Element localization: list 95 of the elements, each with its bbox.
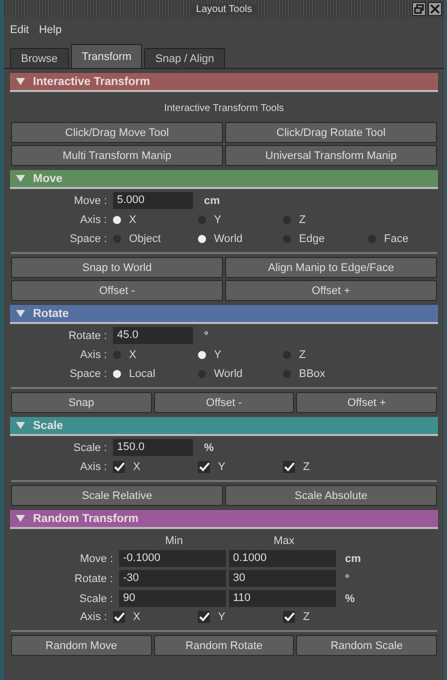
tool-button[interactable]: Snap xyxy=(11,392,152,413)
tab[interactable]: Snap / Align xyxy=(144,48,226,68)
close-button[interactable] xyxy=(428,2,442,16)
tool-button[interactable]: Random Scale xyxy=(296,635,437,656)
field-label: Rotate : xyxy=(73,572,114,584)
option-label: Edge xyxy=(299,232,325,244)
input-field[interactable]: -30 xyxy=(119,570,226,587)
tool-button[interactable]: Click/Drag Rotate Tool xyxy=(225,122,437,143)
field-label: Axis : xyxy=(79,214,108,226)
option-label: Y xyxy=(218,610,226,622)
group-caption: Interactive Transform Tools xyxy=(163,102,285,116)
input-field[interactable]: 45.0 xyxy=(113,327,193,344)
checkbox[interactable] xyxy=(283,610,295,622)
option-label: Object xyxy=(129,232,161,244)
option-label: World xyxy=(214,368,243,380)
option-label: Z xyxy=(303,460,310,472)
tool-button[interactable]: Offset + xyxy=(296,392,437,413)
tab[interactable]: Browse xyxy=(10,48,69,68)
tool-button[interactable]: Offset - xyxy=(154,392,294,413)
unit-label: cm xyxy=(203,194,221,206)
checkbox[interactable] xyxy=(113,460,125,472)
input-field[interactable]: 30 xyxy=(229,570,336,587)
column-header: Min xyxy=(164,535,184,547)
tool-button[interactable]: Random Move xyxy=(11,635,152,656)
unit-label: ° xyxy=(344,572,350,584)
field-label: Move : xyxy=(72,194,108,206)
field-label: Axis : xyxy=(79,348,108,360)
tool-button[interactable]: Offset - xyxy=(11,280,223,301)
input-field[interactable]: -0.1000 xyxy=(119,550,226,567)
checkbox[interactable] xyxy=(198,610,210,622)
caret-down-icon xyxy=(16,515,25,522)
option-label: Face xyxy=(384,232,408,244)
option-label: Local xyxy=(129,368,156,380)
input-field[interactable]: 90 xyxy=(119,590,226,607)
option-label: X xyxy=(133,460,140,472)
option-label: Z xyxy=(303,610,310,622)
input-field[interactable]: 0.1000 xyxy=(229,550,336,567)
tool-button[interactable]: Multi Transform Manip xyxy=(11,145,223,166)
field-label: Axis : xyxy=(79,460,108,472)
tool-button[interactable]: Click/Drag Move Tool xyxy=(11,122,223,143)
option-label: BBox xyxy=(299,368,326,380)
section-header[interactable]: Rotate xyxy=(10,305,438,324)
input-field[interactable]: 150.0 xyxy=(113,439,193,456)
tool-button[interactable]: Scale Absolute xyxy=(225,485,437,506)
section-header[interactable]: Random Transform xyxy=(10,510,438,529)
restore-button[interactable] xyxy=(412,2,426,16)
tool-button[interactable]: Offset + xyxy=(225,280,437,301)
option-label: Z xyxy=(299,214,306,226)
column-header: Max xyxy=(272,535,296,547)
menu-item[interactable]: Help xyxy=(38,24,62,36)
field-label: Space : xyxy=(68,232,108,244)
input-field[interactable]: 110 xyxy=(229,590,336,607)
radio-button[interactable] xyxy=(113,216,121,224)
checkbox[interactable] xyxy=(198,460,210,472)
restore-icon xyxy=(414,4,424,14)
window-title: Layout Tools xyxy=(192,4,256,14)
option-label: Y xyxy=(214,348,222,360)
caret-down-icon xyxy=(16,78,25,85)
checkbox[interactable] xyxy=(283,460,295,472)
option-label: Y xyxy=(214,214,222,226)
radio-button[interactable] xyxy=(198,234,206,242)
tool-button[interactable]: Snap to World xyxy=(11,257,223,278)
tool-button[interactable]: Scale Relative xyxy=(11,485,223,506)
caret-down-icon xyxy=(16,422,25,429)
checkbox[interactable] xyxy=(113,610,125,622)
option-label: X xyxy=(129,214,136,226)
tab[interactable]: Transform xyxy=(70,44,142,68)
unit-label: % xyxy=(344,592,356,604)
input-field[interactable]: 5.000 xyxy=(113,192,193,209)
unit-label: cm xyxy=(344,552,362,564)
unit-label: % xyxy=(203,442,215,454)
field-label: Rotate : xyxy=(67,330,108,342)
section-header[interactable]: Move xyxy=(10,170,438,189)
close-icon xyxy=(430,4,440,14)
field-label: Axis : xyxy=(79,610,108,622)
field-label: Space : xyxy=(68,368,108,380)
radio-button[interactable] xyxy=(198,350,206,358)
radio-button[interactable] xyxy=(113,370,121,378)
tool-button[interactable]: Align Manip to Edge/Face xyxy=(225,257,437,278)
field-label: Scale : xyxy=(72,442,108,454)
option-label: X xyxy=(129,348,136,360)
section-header[interactable]: Scale xyxy=(10,417,438,436)
option-label: World xyxy=(214,232,243,244)
section-header[interactable]: Interactive Transform xyxy=(10,73,438,92)
option-label: Z xyxy=(299,348,306,360)
tool-button[interactable]: Universal Transform Manip xyxy=(225,145,437,166)
field-label: Move : xyxy=(78,552,114,564)
tool-button[interactable]: Random Rotate xyxy=(154,635,294,656)
option-label: Y xyxy=(218,460,226,472)
caret-down-icon xyxy=(16,310,25,317)
unit-label: ° xyxy=(203,330,210,342)
field-label: Scale : xyxy=(78,592,114,604)
option-label: X xyxy=(133,610,140,622)
caret-down-icon xyxy=(16,175,25,182)
menu-item[interactable]: Edit xyxy=(10,24,29,36)
